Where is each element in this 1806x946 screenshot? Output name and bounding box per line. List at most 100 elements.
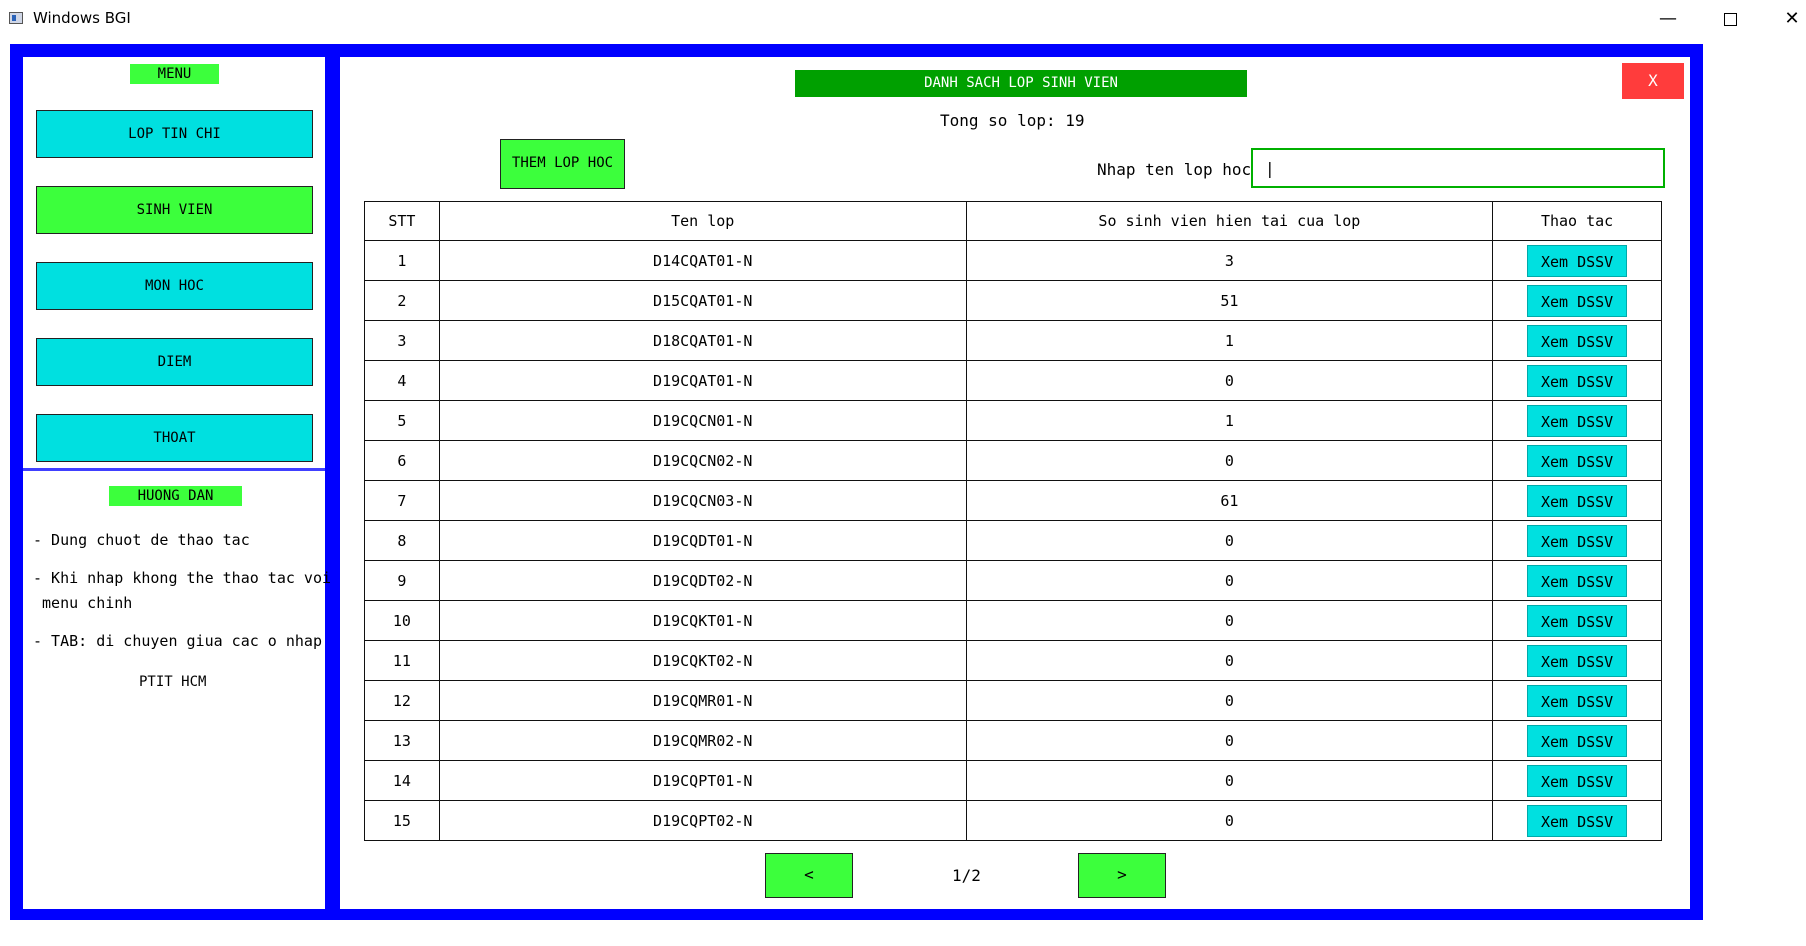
cell-stt: 15 bbox=[364, 800, 440, 841]
cell-class-name: D19CQKT02-N bbox=[438, 640, 967, 681]
view-students-button[interactable]: Xem DSSV bbox=[1527, 484, 1628, 517]
page-indicator: 1/2 bbox=[952, 866, 981, 885]
cell-class-name: D19CQMR01-N bbox=[438, 680, 967, 721]
table-row: 11 D19CQKT02-N 0 Xem DSSV bbox=[364, 640, 1662, 681]
cell-stt: 8 bbox=[364, 520, 440, 561]
menu-item-sinh-vien[interactable]: SINH VIEN bbox=[36, 186, 313, 234]
cell-stt: 12 bbox=[364, 680, 440, 721]
cell-action: Xem DSSV bbox=[1492, 480, 1662, 521]
cell-student-count: 0 bbox=[965, 680, 1494, 721]
cell-action: Xem DSSV bbox=[1492, 560, 1662, 601]
cell-class-name: D18CQAT01-N bbox=[438, 320, 967, 361]
guide-line: - Khi nhap khong the thao tac voi bbox=[33, 569, 332, 587]
view-students-button[interactable]: Xem DSSV bbox=[1527, 444, 1628, 477]
column-header-name: Ten lop bbox=[438, 201, 967, 241]
table-row: 15 D19CQPT02-N 0 Xem DSSV bbox=[364, 800, 1662, 841]
table-row: 4 D19CQAT01-N 0 Xem DSSV bbox=[364, 360, 1662, 401]
view-students-button[interactable]: Xem DSSV bbox=[1527, 604, 1628, 637]
cell-student-count: 0 bbox=[965, 360, 1494, 401]
cell-student-count: 3 bbox=[965, 240, 1494, 281]
cell-student-count: 0 bbox=[965, 800, 1494, 841]
cell-student-count: 0 bbox=[965, 640, 1494, 681]
maximize-icon[interactable] bbox=[1707, 0, 1753, 38]
cell-action: Xem DSSV bbox=[1492, 520, 1662, 561]
page-title: DANH SACH LOP SINH VIEN bbox=[795, 70, 1247, 97]
menu-title: MENU bbox=[130, 64, 219, 84]
cell-stt: 4 bbox=[364, 360, 440, 401]
cell-class-name: D15CQAT01-N bbox=[438, 280, 967, 321]
next-page-button[interactable]: > bbox=[1078, 853, 1166, 898]
view-students-button[interactable]: Xem DSSV bbox=[1527, 404, 1628, 437]
app-icon bbox=[9, 12, 23, 24]
class-table: STT Ten lop So sinh vien hien tai cua lo… bbox=[364, 201, 1662, 841]
cell-class-name: D19CQCN03-N bbox=[438, 480, 967, 521]
view-students-button[interactable]: Xem DSSV bbox=[1527, 284, 1628, 317]
view-students-button[interactable]: Xem DSSV bbox=[1527, 724, 1628, 757]
cell-class-name: D19CQDT01-N bbox=[438, 520, 967, 561]
guide-title: HUONG DAN bbox=[109, 486, 242, 506]
cell-action: Xem DSSV bbox=[1492, 680, 1662, 721]
view-students-button[interactable]: Xem DSSV bbox=[1527, 324, 1628, 357]
cell-action: Xem DSSV bbox=[1492, 240, 1662, 281]
cell-stt: 2 bbox=[364, 280, 440, 321]
menu-item-mon-hoc[interactable]: MON HOC bbox=[36, 262, 313, 310]
cell-student-count: 61 bbox=[965, 480, 1494, 521]
column-header-stt: STT bbox=[364, 201, 440, 241]
table-row: 8 D19CQDT01-N 0 Xem DSSV bbox=[364, 520, 1662, 561]
cell-action: Xem DSSV bbox=[1492, 320, 1662, 361]
cell-student-count: 51 bbox=[965, 280, 1494, 321]
cell-stt: 10 bbox=[364, 600, 440, 641]
guide-footer: PTIT HCM bbox=[139, 674, 207, 690]
cell-student-count: 0 bbox=[965, 440, 1494, 481]
view-students-button[interactable]: Xem DSSV bbox=[1527, 804, 1628, 837]
cell-stt: 14 bbox=[364, 760, 440, 801]
cell-action: Xem DSSV bbox=[1492, 360, 1662, 401]
cell-action: Xem DSSV bbox=[1492, 440, 1662, 481]
table-row: 7 D19CQCN03-N 61 Xem DSSV bbox=[364, 480, 1662, 521]
view-students-button[interactable]: Xem DSSV bbox=[1527, 684, 1628, 717]
column-header-count: So sinh vien hien tai cua lop bbox=[965, 201, 1494, 241]
view-students-button[interactable]: Xem DSSV bbox=[1527, 524, 1628, 557]
view-students-button[interactable]: Xem DSSV bbox=[1527, 644, 1628, 677]
cell-stt: 1 bbox=[364, 240, 440, 281]
cell-action: Xem DSSV bbox=[1492, 280, 1662, 321]
view-students-button[interactable]: Xem DSSV bbox=[1527, 244, 1628, 277]
minimize-icon[interactable]: — bbox=[1645, 0, 1691, 38]
cell-action: Xem DSSV bbox=[1492, 760, 1662, 801]
table-row: 12 D19CQMR01-N 0 Xem DSSV bbox=[364, 680, 1662, 721]
cell-stt: 7 bbox=[364, 480, 440, 521]
table-row: 1 D14CQAT01-N 3 Xem DSSV bbox=[364, 240, 1662, 281]
table-row: 3 D18CQAT01-N 1 Xem DSSV bbox=[364, 320, 1662, 361]
view-students-button[interactable]: Xem DSSV bbox=[1527, 764, 1628, 797]
search-label: Nhap ten lop hoc: bbox=[1097, 160, 1261, 179]
column-header-action: Thao tac bbox=[1492, 201, 1662, 241]
cell-stt: 5 bbox=[364, 400, 440, 441]
cell-stt: 9 bbox=[364, 560, 440, 601]
close-button[interactable]: X bbox=[1622, 63, 1684, 99]
view-students-button[interactable]: Xem DSSV bbox=[1527, 364, 1628, 397]
view-students-button[interactable]: Xem DSSV bbox=[1527, 564, 1628, 597]
cell-stt: 3 bbox=[364, 320, 440, 361]
menu-item-diem[interactable]: DIEM bbox=[36, 338, 313, 386]
search-input[interactable] bbox=[1251, 148, 1665, 188]
cell-class-name: D19CQMR02-N bbox=[438, 720, 967, 761]
menu-item-lop-tin-chi[interactable]: LOP TIN CHI bbox=[36, 110, 313, 158]
table-row: 2 D15CQAT01-N 51 Xem DSSV bbox=[364, 280, 1662, 321]
guide-line: - TAB: di chuyen giua cac o nhap bbox=[33, 632, 322, 650]
cell-action: Xem DSSV bbox=[1492, 720, 1662, 761]
cell-action: Xem DSSV bbox=[1492, 400, 1662, 441]
window-titlebar: Windows BGI — ✕ bbox=[0, 0, 1806, 38]
table-header-row: STT Ten lop So sinh vien hien tai cua lo… bbox=[364, 201, 1662, 241]
menu-item-thoat[interactable]: THOAT bbox=[36, 414, 313, 462]
close-window-icon[interactable]: ✕ bbox=[1769, 0, 1806, 38]
cell-student-count: 0 bbox=[965, 720, 1494, 761]
cell-action: Xem DSSV bbox=[1492, 600, 1662, 641]
cell-student-count: 0 bbox=[965, 760, 1494, 801]
add-class-button[interactable]: THEM LOP HOC bbox=[500, 139, 625, 189]
prev-page-button[interactable]: < bbox=[765, 853, 853, 898]
cell-student-count: 0 bbox=[965, 520, 1494, 561]
cell-stt: 13 bbox=[364, 720, 440, 761]
table-body: 1 D14CQAT01-N 3 Xem DSSV 2 D15CQAT01-N 51 Xem D… bbox=[364, 240, 1662, 841]
sidebar-panel bbox=[23, 57, 325, 909]
cell-class-name: D19CQKT01-N bbox=[438, 600, 967, 641]
